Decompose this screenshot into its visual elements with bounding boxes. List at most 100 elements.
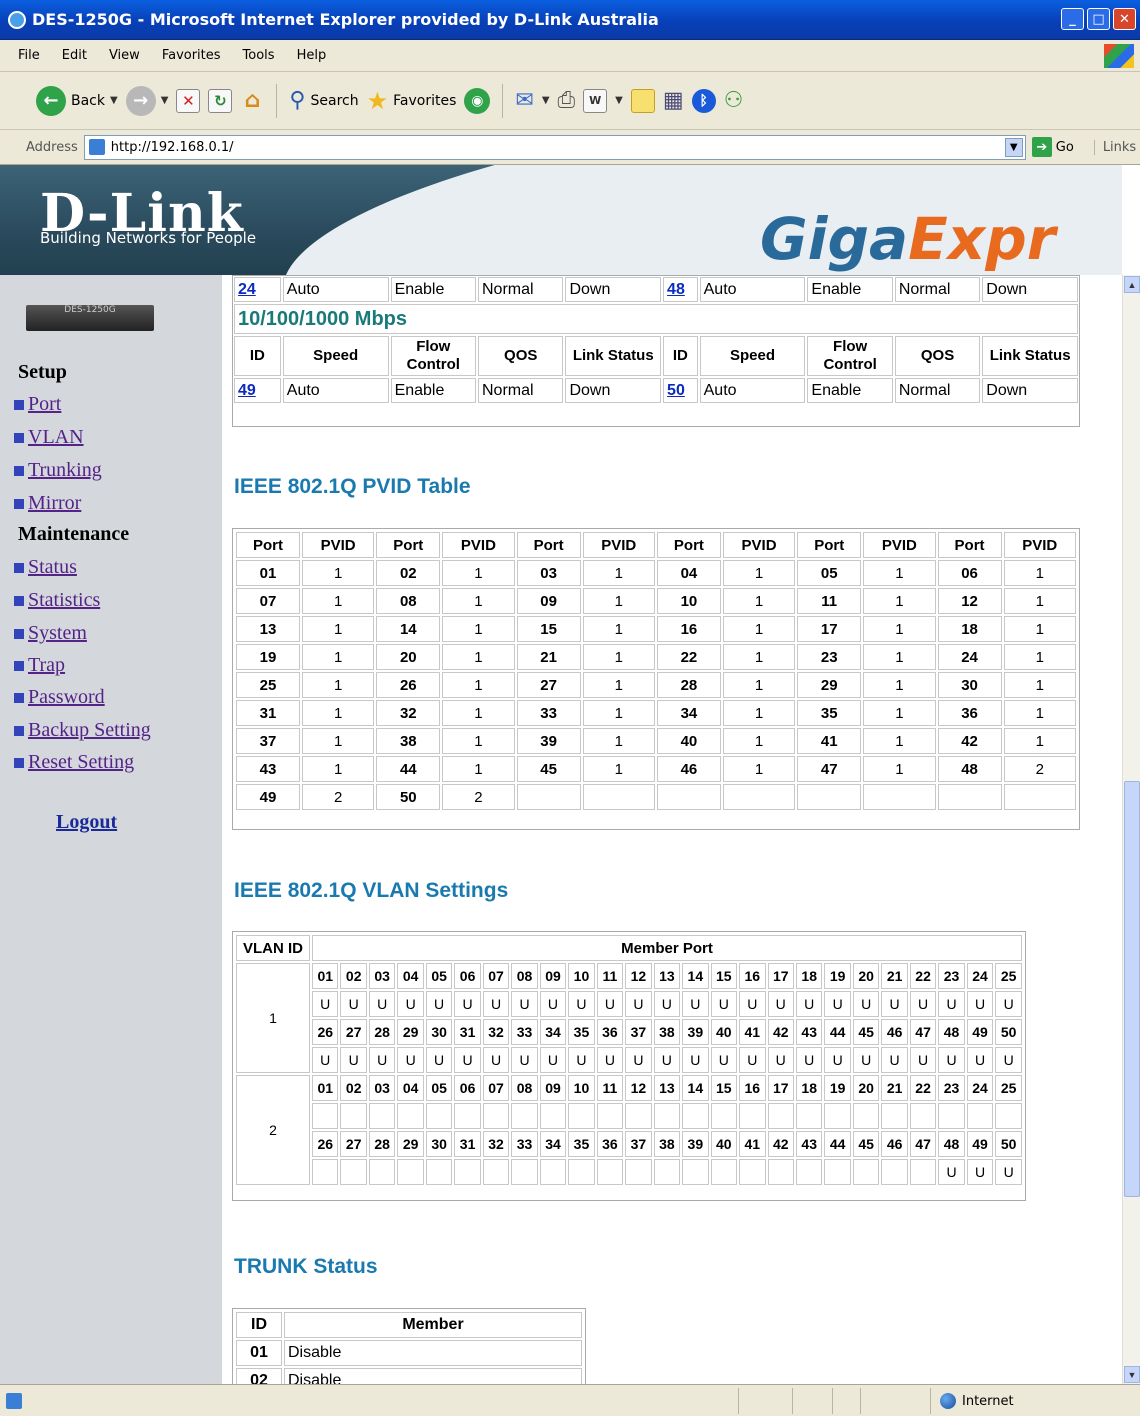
sidebar-item-reset-setting[interactable]: Reset Setting [14, 751, 134, 774]
vlan-port-number: 50 [995, 1131, 1022, 1157]
pvid-port-cell [797, 784, 862, 810]
qos-header: QOS [478, 336, 564, 376]
media-icon[interactable]: ◉ [464, 87, 491, 114]
vlan-member-cell [682, 1103, 709, 1129]
vlan-port-number: 06 [454, 963, 481, 989]
scroll-thumb[interactable] [1124, 781, 1140, 1197]
sidebar-item-vlan[interactable]: VLAN [14, 426, 84, 449]
speed-cell: Auto [699, 378, 806, 403]
dlink-banner: D-Link Building Networks for People Giga… [0, 165, 1122, 275]
vlan-member-cell: U [995, 1159, 1022, 1185]
vlan-port-number: 39 [682, 1019, 709, 1045]
vlan-port-number: 24 [966, 963, 994, 989]
mail-dropdown-icon[interactable]: ▼ [542, 95, 550, 106]
scroll-up-icon[interactable]: ▲ [1124, 276, 1140, 293]
sidebar-item-port[interactable]: Port [14, 393, 61, 416]
bullet-icon [14, 465, 24, 476]
link-header: Link Status [982, 336, 1078, 376]
vlan-port-number: 28 [368, 1019, 396, 1045]
pvid-value-cell: 1 [1003, 616, 1076, 642]
port-id-cell[interactable]: 50 [663, 378, 698, 403]
favorites-button[interactable]: ★ Favorites [367, 87, 457, 115]
logout-link[interactable]: Logout [56, 811, 117, 834]
vlan-member-cell: U [881, 991, 908, 1017]
forward-dropdown-icon[interactable]: ▼ [161, 95, 169, 106]
pvid-value-cell: 1 [1003, 588, 1076, 614]
links-button[interactable]: Links [1093, 139, 1136, 155]
address-input[interactable]: http://192.168.0.1/ ▼ [83, 134, 1026, 160]
favorites-star-icon: ★ [366, 86, 389, 115]
scroll-down-icon[interactable]: ▼ [1124, 1366, 1140, 1383]
vertical-scrollbar[interactable]: ▲ ▼ [1122, 275, 1140, 1384]
menu-tools[interactable]: Tools [243, 48, 275, 63]
forward-button[interactable]: → ▼ [125, 85, 169, 116]
search-button[interactable]: ⚲ Search [289, 88, 358, 113]
sidebar-item-trap[interactable]: Trap [14, 654, 65, 677]
edit-dropdown-icon[interactable]: ▼ [615, 95, 623, 106]
back-button[interactable]: ← Back ▼ [36, 85, 118, 116]
vlan-member-cell: U [767, 991, 794, 1017]
port-link[interactable]: 50 [667, 382, 685, 399]
port-id-cell[interactable]: 48 [663, 277, 698, 302]
sidebar-item-label: Port [28, 393, 62, 415]
vlan-port-number: 35 [568, 1131, 595, 1157]
address-dropdown-icon[interactable]: ▼ [1004, 137, 1023, 157]
menu-help[interactable]: Help [297, 48, 327, 63]
sidebar-item-trunking[interactable]: Trunking [14, 459, 102, 482]
refresh-icon[interactable]: ↻ [208, 88, 233, 113]
go-button[interactable]: ➔ Go [1031, 137, 1074, 157]
sidebar-item-password[interactable]: Password [14, 686, 105, 709]
port-row: 24 Auto Enable Normal Down 48 Auto Enabl… [234, 277, 1078, 302]
vlan-port-number: 23 [938, 1075, 965, 1101]
vlan-port-number: 21 [881, 963, 908, 989]
flow-cell: Enable [807, 378, 893, 403]
minimize-button[interactable]: _ [1061, 8, 1084, 30]
sidebar-item-system[interactable]: System [14, 622, 87, 645]
port-id-cell[interactable]: 24 [234, 277, 281, 302]
pvid-value-cell: 1 [301, 756, 375, 782]
vlan-port-number: 10 [568, 963, 595, 989]
research-icon[interactable]: ▦ [663, 88, 684, 113]
menu-edit[interactable]: Edit [62, 48, 87, 63]
sidebar-item-status[interactable]: Status [14, 556, 77, 579]
vlan-member-cell: U [966, 1159, 994, 1185]
menu-favorites[interactable]: Favorites [162, 48, 221, 63]
toolbar-separator [276, 83, 278, 118]
sidebar-item-statistics[interactable]: Statistics [14, 589, 100, 612]
vlan-port-number: 27 [340, 1131, 367, 1157]
print-icon[interactable]: ⎙ [558, 88, 576, 113]
home-icon[interactable]: ⌂ [240, 88, 264, 113]
messenger-icon[interactable]: ⚇ [724, 88, 744, 113]
bluetooth-icon[interactable]: ᛒ [691, 88, 716, 113]
pvid-port-cell: 20 [376, 644, 441, 670]
port-id-cell[interactable]: 49 [234, 378, 281, 403]
vlan-member-cell: U [454, 991, 481, 1017]
vlan-port-number: 23 [938, 963, 965, 989]
pvid-value-cell: 1 [863, 756, 936, 782]
back-dropdown-icon[interactable]: ▼ [110, 95, 118, 106]
vlan-port-number: 38 [653, 1131, 681, 1157]
vlan-member-cell [938, 1103, 965, 1129]
vlan-member-cell: U [596, 1047, 624, 1073]
stop-icon[interactable]: ✕ [176, 88, 201, 113]
address-url: http://192.168.0.1/ [110, 139, 234, 155]
vlan-port-number: 33 [511, 1131, 538, 1157]
port-link[interactable]: 48 [667, 281, 685, 298]
sidebar-item-mirror[interactable]: Mirror [14, 492, 81, 515]
maximize-button[interactable]: □ [1087, 8, 1110, 30]
port-link[interactable]: 24 [238, 281, 256, 298]
vlan-port-number: 39 [682, 1131, 709, 1157]
pvid-port-cell: 21 [516, 644, 581, 670]
mail-icon[interactable]: ✉ [515, 88, 533, 113]
bullet-icon [14, 757, 24, 768]
switch-device-image: DES-1250G [26, 305, 154, 331]
menu-view[interactable]: View [109, 48, 140, 63]
flow-cell: Enable [390, 378, 476, 403]
menu-file[interactable]: File [18, 48, 40, 63]
notes-icon[interactable] [630, 88, 655, 113]
close-button[interactable]: ✕ [1113, 8, 1136, 30]
link-header: Link Status [565, 336, 662, 376]
edit-word-icon[interactable]: W [583, 88, 608, 113]
port-link[interactable]: 49 [238, 382, 256, 399]
sidebar-item-backup-setting[interactable]: Backup Setting [14, 719, 151, 742]
